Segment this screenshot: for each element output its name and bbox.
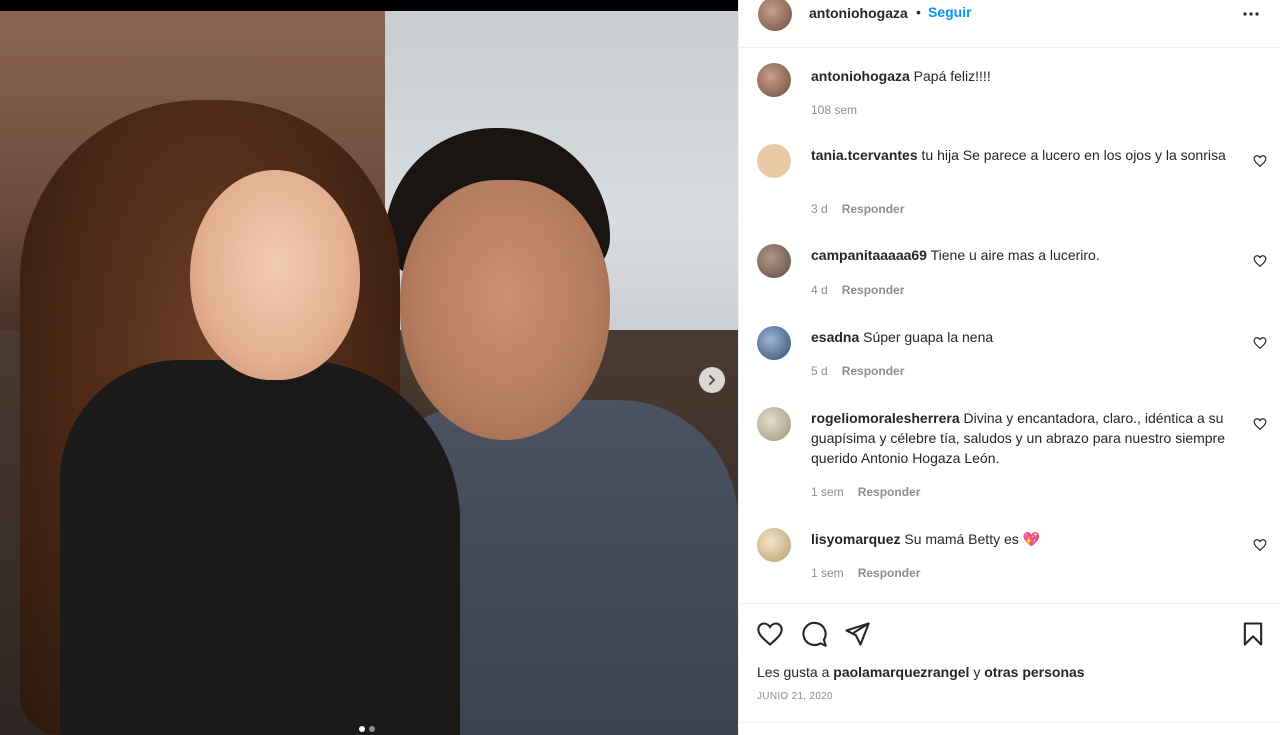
- instagram-post-view: antoniohogaza • Seguir antoniohogaza Pap…: [0, 0, 1280, 735]
- likes-prefix: Les gusta a: [757, 664, 830, 680]
- reply-button[interactable]: Responder: [858, 485, 921, 499]
- reply-button[interactable]: Responder: [842, 283, 905, 297]
- comment-text: esadna Súper guapa la nena: [811, 327, 1231, 347]
- commenter-avatar[interactable]: [757, 407, 791, 441]
- commenter-avatar[interactable]: [757, 528, 791, 562]
- author-username[interactable]: antoniohogaza: [809, 5, 908, 21]
- carousel-dots: [359, 726, 375, 732]
- commenter-avatar[interactable]: [757, 326, 791, 360]
- caption-body: Papá feliz!!!!: [913, 68, 991, 84]
- heart-icon[interactable]: [1253, 538, 1267, 552]
- comment-text: lisyomarquez Su mamá Betty es 💖: [811, 529, 1231, 549]
- heart-icon[interactable]: [1253, 254, 1267, 268]
- more-icon[interactable]: [1239, 2, 1263, 26]
- comment-time[interactable]: 5 d: [811, 364, 828, 378]
- heart-icon[interactable]: [1253, 336, 1267, 350]
- comment-time[interactable]: 1 sem: [811, 566, 844, 580]
- comment-meta: 1 sem Responder: [811, 566, 920, 580]
- commenter-avatar[interactable]: [757, 144, 791, 178]
- divider: [739, 722, 1280, 723]
- bookmark-icon[interactable]: [1239, 620, 1267, 648]
- caption-username[interactable]: antoniohogaza: [811, 68, 910, 84]
- heart-icon[interactable]: [1253, 154, 1267, 168]
- comment-meta: 1 sem Responder: [811, 485, 920, 499]
- header-separator: •: [916, 4, 921, 20]
- comment-text: tania.tcervantes tu hija Se parece a luc…: [811, 145, 1231, 165]
- reply-button[interactable]: Responder: [842, 202, 905, 216]
- post-actions: Les gusta a paolamarquezrangel y otras p…: [739, 603, 1280, 735]
- comment-username[interactable]: campanitaaaaa69: [811, 247, 927, 263]
- likes-others[interactable]: otras personas: [984, 664, 1084, 680]
- caption-timestamp[interactable]: 108 sem: [811, 103, 857, 117]
- follow-button[interactable]: Seguir: [928, 4, 972, 20]
- comment-body: Su mamá Betty es 💖: [904, 531, 1041, 547]
- heart-icon[interactable]: [1253, 417, 1267, 431]
- comment-meta: 4 d Responder: [811, 283, 904, 297]
- post-date[interactable]: JUNIO 21, 2020: [757, 691, 833, 702]
- caption-text: antoniohogaza Papá feliz!!!!: [811, 66, 1231, 86]
- heart-icon[interactable]: [756, 620, 784, 648]
- comment-text: rogeliomoralesherrera Divina y encantado…: [811, 408, 1231, 468]
- chevron-right-icon: [709, 375, 716, 385]
- share-icon[interactable]: [843, 620, 871, 648]
- comment-username[interactable]: rogeliomoralesherrera: [811, 410, 960, 426]
- comment-username[interactable]: lisyomarquez: [811, 531, 900, 547]
- post-header: antoniohogaza • Seguir: [739, 0, 1280, 48]
- photo-woman-body: [60, 360, 460, 735]
- comment-time[interactable]: 3 d: [811, 202, 828, 216]
- reply-button[interactable]: Responder: [842, 364, 905, 378]
- likes-conj: y: [973, 664, 981, 680]
- comment-text: campanitaaaaa69 Tiene u aire mas a lucer…: [811, 245, 1231, 265]
- comment-time[interactable]: 4 d: [811, 283, 828, 297]
- post-photo: [0, 0, 738, 735]
- likes-summary: Les gusta a paolamarquezrangel y otras p…: [757, 664, 1085, 680]
- comment-username[interactable]: tania.tcervantes: [811, 147, 918, 163]
- author-avatar[interactable]: [758, 0, 792, 31]
- commenter-avatar[interactable]: [757, 244, 791, 278]
- comment-username[interactable]: esadna: [811, 329, 859, 345]
- caption-time: 108 sem: [811, 103, 857, 117]
- comment-time[interactable]: 1 sem: [811, 485, 844, 499]
- comment-body: Súper guapa la nena: [863, 329, 994, 345]
- post-side-panel: antoniohogaza • Seguir antoniohogaza Pap…: [738, 0, 1280, 735]
- carousel-dot: [369, 726, 375, 732]
- photo-man-face: [400, 180, 610, 440]
- next-photo-button[interactable]: [699, 367, 725, 393]
- comment-meta: 5 d Responder: [811, 364, 904, 378]
- carousel-dot-active: [359, 726, 365, 732]
- photo-top-border: [0, 0, 738, 11]
- comment-meta: 3 d Responder: [811, 202, 904, 216]
- comment-body: Tiene u aire mas a luceriro.: [930, 247, 1100, 263]
- reply-button[interactable]: Responder: [858, 566, 921, 580]
- comment-body: tu hija Se parece a lucero en los ojos y…: [921, 147, 1226, 163]
- likes-user[interactable]: paolamarquezrangel: [833, 664, 969, 680]
- photo-woman-face: [190, 170, 360, 380]
- comment-icon[interactable]: [800, 620, 828, 648]
- caption-author-avatar[interactable]: [757, 63, 791, 97]
